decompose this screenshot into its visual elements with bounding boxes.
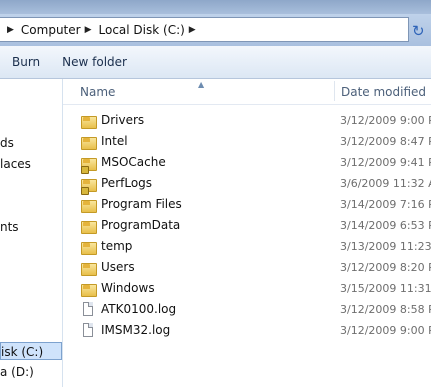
file-name[interactable]: Drivers [101,113,144,127]
list-item[interactable]: IMSM32.log 3/12/2009 9:00 P [63,320,431,341]
file-date: 3/6/2009 11:32 A [340,177,431,190]
navigation-pane: ds laces nts isk (C:) a (D:) [0,79,63,387]
chevron-right-icon[interactable]: ▶ [85,25,92,35]
file-date: 3/12/2009 8:58 P [340,303,431,316]
folder-icon [81,113,97,129]
file-date: 3/13/2009 11:23 P [340,240,431,253]
nav-item-downloads[interactable]: ds [0,134,62,152]
file-date: 3/12/2009 8:47 P [340,135,431,148]
list-item[interactable]: ProgramData 3/14/2009 6:53 P [63,215,431,236]
file-date: 3/12/2009 9:00 P [340,324,431,337]
refresh-icon[interactable]: ↻ [412,22,431,40]
folder-icon [81,134,97,150]
file-date: 3/12/2009 9:41 P [340,156,431,169]
document-icon [81,323,97,337]
folder-icon [81,218,97,234]
folder-icon [81,281,97,297]
nav-item-documents[interactable]: nts [0,218,62,236]
column-date-modified[interactable]: Date modified [341,85,426,99]
file-date: 3/12/2009 9:00 P [340,114,431,127]
list-item[interactable]: ATK0100.log 3/12/2009 8:58 P [63,299,431,320]
file-name[interactable]: MSOCache [101,155,166,169]
list-item[interactable]: Intel 3/12/2009 8:47 P [63,131,431,152]
column-header: ▲ Name Date modified [63,79,431,105]
file-name[interactable]: Users [101,260,135,274]
folder-icon [81,260,97,276]
chevron-right-icon[interactable]: ▶ [189,25,196,35]
locked-folder-icon [81,176,97,195]
file-list: Drivers 3/12/2009 9:00 P Intel 3/12/2009… [63,110,431,341]
locked-folder-icon [81,155,97,174]
file-date: 3/15/2009 11:31 P [340,282,431,295]
file-date: 3/14/2009 6:53 P [340,219,431,232]
file-name[interactable]: IMSM32.log [101,323,170,337]
breadcrumb-local-disk[interactable]: Local Disk (C:) [99,23,185,37]
breadcrumb-computer[interactable]: Computer [21,23,81,37]
list-item[interactable]: Drivers 3/12/2009 9:00 P [63,110,431,131]
list-item[interactable]: Users 3/12/2009 8:20 P [63,257,431,278]
file-name[interactable]: Windows [101,281,155,295]
file-name[interactable]: Intel [101,134,128,148]
list-item[interactable]: temp 3/13/2009 11:23 P [63,236,431,257]
folder-icon [81,239,97,255]
column-divider[interactable] [334,81,335,101]
list-item[interactable]: Windows 3/15/2009 11:31 P [63,278,431,299]
nav-item-recent-places[interactable]: laces [0,155,62,173]
column-name[interactable]: Name [80,85,115,99]
file-name[interactable]: PerfLogs [101,176,152,190]
nav-item-drive-d[interactable]: a (D:) [0,363,62,381]
file-date: 3/12/2009 8:20 P [340,261,431,274]
sort-ascending-icon: ▲ [198,80,205,89]
breadcrumb[interactable]: ▶ Computer ▶ Local Disk (C:) ▶ [0,17,409,42]
list-item[interactable]: PerfLogs 3/6/2009 11:32 A [63,173,431,195]
burn-button[interactable]: Burn [1,50,51,74]
toolbar: Burn New folder [0,46,431,79]
nav-item-local-disk[interactable]: isk (C:) [0,342,62,360]
title-bar [0,0,431,14]
list-item[interactable]: Program Files 3/14/2009 7:16 P [63,194,431,215]
folder-icon [81,197,97,213]
list-item[interactable]: MSOCache 3/12/2009 9:41 P [63,152,431,174]
document-icon [81,302,97,316]
file-name[interactable]: Program Files [101,197,182,211]
address-bar: ▶ Computer ▶ Local Disk (C:) ▶ ↻ [0,14,431,46]
file-name[interactable]: ATK0100.log [101,302,176,316]
file-name[interactable]: temp [101,239,132,253]
file-name[interactable]: ProgramData [101,218,180,232]
new-folder-button[interactable]: New folder [51,50,138,74]
chevron-right-icon[interactable]: ▶ [7,25,14,35]
file-date: 3/14/2009 7:16 P [340,198,431,211]
